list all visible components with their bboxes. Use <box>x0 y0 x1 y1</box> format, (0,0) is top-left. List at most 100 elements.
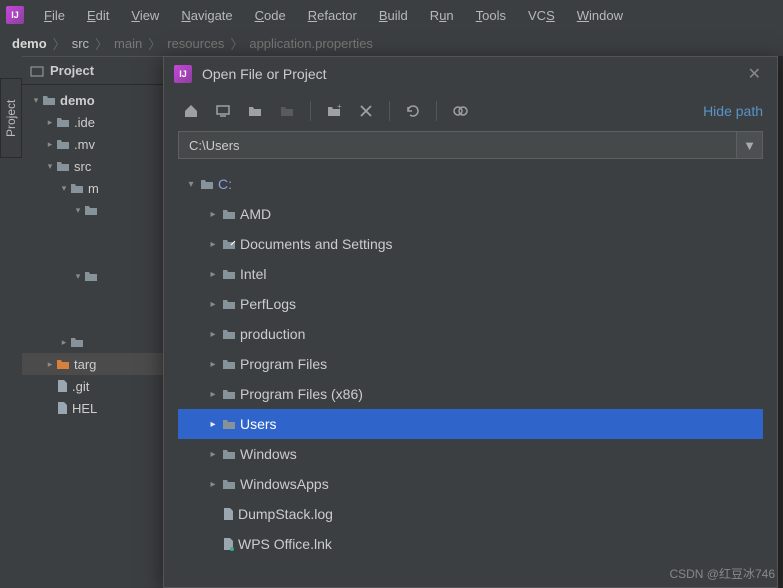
folder-icon <box>56 160 70 172</box>
menu-build[interactable]: Build <box>369 4 418 27</box>
hide-path-link[interactable]: Hide path <box>703 103 763 119</box>
project-icon <box>30 64 44 78</box>
expander-icon[interactable]: ▸ <box>44 139 56 150</box>
folder-icon <box>222 268 236 280</box>
path-history-dropdown[interactable]: ▼ <box>737 131 763 159</box>
menu-window[interactable]: Window <box>567 4 633 27</box>
file-link-icon <box>222 537 234 551</box>
crumb-1[interactable]: src <box>72 36 89 51</box>
file-icon <box>56 401 68 415</box>
dialog-app-icon: IJ <box>174 65 192 83</box>
file-tree-row[interactable]: ▸Program Files (x86) <box>178 379 763 409</box>
file-tree[interactable]: ▾C:▸AMD▸Documents and Settings▸Intel▸Per… <box>164 167 777 587</box>
file-icon <box>222 507 234 521</box>
menu-navigate[interactable]: Navigate <box>171 4 242 27</box>
file-tree-row[interactable]: ▸ WindowsApps <box>178 469 763 499</box>
crumb-4[interactable]: application.properties <box>249 36 373 51</box>
folder-icon <box>42 94 56 106</box>
file-tree-row[interactable]: DumpStack.log <box>178 499 763 529</box>
expander-icon[interactable]: ▾ <box>30 95 42 106</box>
expander-icon[interactable]: ▸ <box>44 117 56 128</box>
delete-button[interactable] <box>353 98 379 124</box>
menu-view[interactable]: View <box>121 4 169 27</box>
expander-icon[interactable]: ▾ <box>72 271 84 282</box>
expander-icon[interactable]: ▾ <box>58 183 70 194</box>
file-tree-row[interactable]: ▸ Program Files <box>178 349 763 379</box>
folder-icon <box>70 182 84 194</box>
file-tree-label: production <box>240 326 305 342</box>
folder-icon <box>222 478 236 490</box>
dialog-close-button[interactable]: ✕ <box>742 60 767 88</box>
menu-tools[interactable]: Tools <box>466 4 516 27</box>
svg-text:+: + <box>337 103 342 111</box>
expander-icon[interactable]: ▾ <box>72 205 84 216</box>
expander-icon[interactable]: ▸ <box>206 419 220 430</box>
dialog-title: Open File or Project <box>202 66 327 82</box>
expander-icon[interactable]: ▸ <box>206 239 220 250</box>
folder-icon <box>222 388 236 400</box>
tree-label: .ide <box>74 115 95 130</box>
tree-label: HEL <box>72 401 97 416</box>
menu-vcs[interactable]: VCS <box>518 4 565 27</box>
menu-file[interactable]: File <box>34 4 75 27</box>
file-tree-row[interactable]: ▸Intel <box>178 259 763 289</box>
file-tree-label: Users <box>240 416 277 432</box>
folder-icon <box>84 204 98 216</box>
file-tree-label: Windows <box>240 446 297 462</box>
file-tree-label: AMD <box>240 206 271 222</box>
refresh-button[interactable] <box>400 98 426 124</box>
file-tree-label: C: <box>218 176 232 192</box>
menu-edit[interactable]: Edit <box>77 4 119 27</box>
crumb-3[interactable]: resources <box>167 36 224 51</box>
folder-icon <box>56 138 70 150</box>
expander-icon[interactable]: ▸ <box>44 359 56 370</box>
file-tree-label: WPS Office.lnk <box>238 536 332 552</box>
menu-run[interactable]: Run <box>420 4 464 27</box>
file-tree-row[interactable]: ▸ AMD <box>178 199 763 229</box>
menu-code[interactable]: Code <box>245 4 296 27</box>
expander-icon[interactable]: ▸ <box>206 269 220 280</box>
crumb-root[interactable]: demo <box>12 36 47 51</box>
project-panel-title: Project <box>50 63 94 78</box>
file-tree-label: DumpStack.log <box>238 506 333 522</box>
new-folder-button[interactable]: + <box>321 98 347 124</box>
expander-icon[interactable]: ▸ <box>206 449 220 460</box>
crumb-2[interactable]: main <box>114 36 142 51</box>
expander-icon[interactable]: ▾ <box>44 161 56 172</box>
expander-icon[interactable]: ▸ <box>206 359 220 370</box>
path-input[interactable] <box>178 131 737 159</box>
file-tree-label: Program Files <box>240 356 327 372</box>
tree-label: .mv <box>74 137 95 152</box>
menu-refactor[interactable]: Refactor <box>298 4 367 27</box>
file-tree-row[interactable]: ▸ PerfLogs <box>178 289 763 319</box>
home-button[interactable] <box>178 98 204 124</box>
show-hidden-button[interactable] <box>447 98 473 124</box>
file-tree-row[interactable]: WPS Office.lnk <box>178 529 763 559</box>
menu-bar: IJ File Edit View Navigate Code Refactor… <box>0 0 783 30</box>
sidebar-tab-project[interactable]: Project <box>0 78 22 158</box>
expander-icon[interactable]: ▸ <box>58 337 70 348</box>
open-file-dialog: IJ Open File or Project ✕ + Hide path ▼ … <box>163 56 778 588</box>
folder-icon <box>222 418 236 430</box>
desktop-button[interactable] <box>210 98 236 124</box>
folder-icon <box>56 358 70 370</box>
file-tree-row[interactable]: ▸ production <box>178 319 763 349</box>
tree-label: m <box>88 181 99 196</box>
file-tree-row[interactable]: ▸ Users <box>178 409 763 439</box>
expander-icon[interactable]: ▸ <box>206 479 220 490</box>
project-dir-button[interactable] <box>242 98 268 124</box>
expander-icon[interactable]: ▸ <box>206 389 220 400</box>
expander-icon[interactable]: ▾ <box>184 179 198 190</box>
expander-icon[interactable]: ▸ <box>206 329 220 340</box>
folder-icon <box>222 208 236 220</box>
file-tree-row[interactable]: ▸ Documents and Settings <box>178 229 763 259</box>
module-dir-button[interactable] <box>274 98 300 124</box>
file-tree-label: PerfLogs <box>240 296 296 312</box>
file-tree-row[interactable]: ▸ Windows <box>178 439 763 469</box>
expander-icon[interactable]: ▸ <box>206 299 220 310</box>
file-tree-label: WindowsApps <box>240 476 329 492</box>
file-tree-row[interactable]: ▾ C: <box>178 169 763 199</box>
file-tree-label: Documents and Settings <box>240 236 393 252</box>
expander-icon[interactable]: ▸ <box>206 209 220 220</box>
folder-icon <box>84 270 98 282</box>
